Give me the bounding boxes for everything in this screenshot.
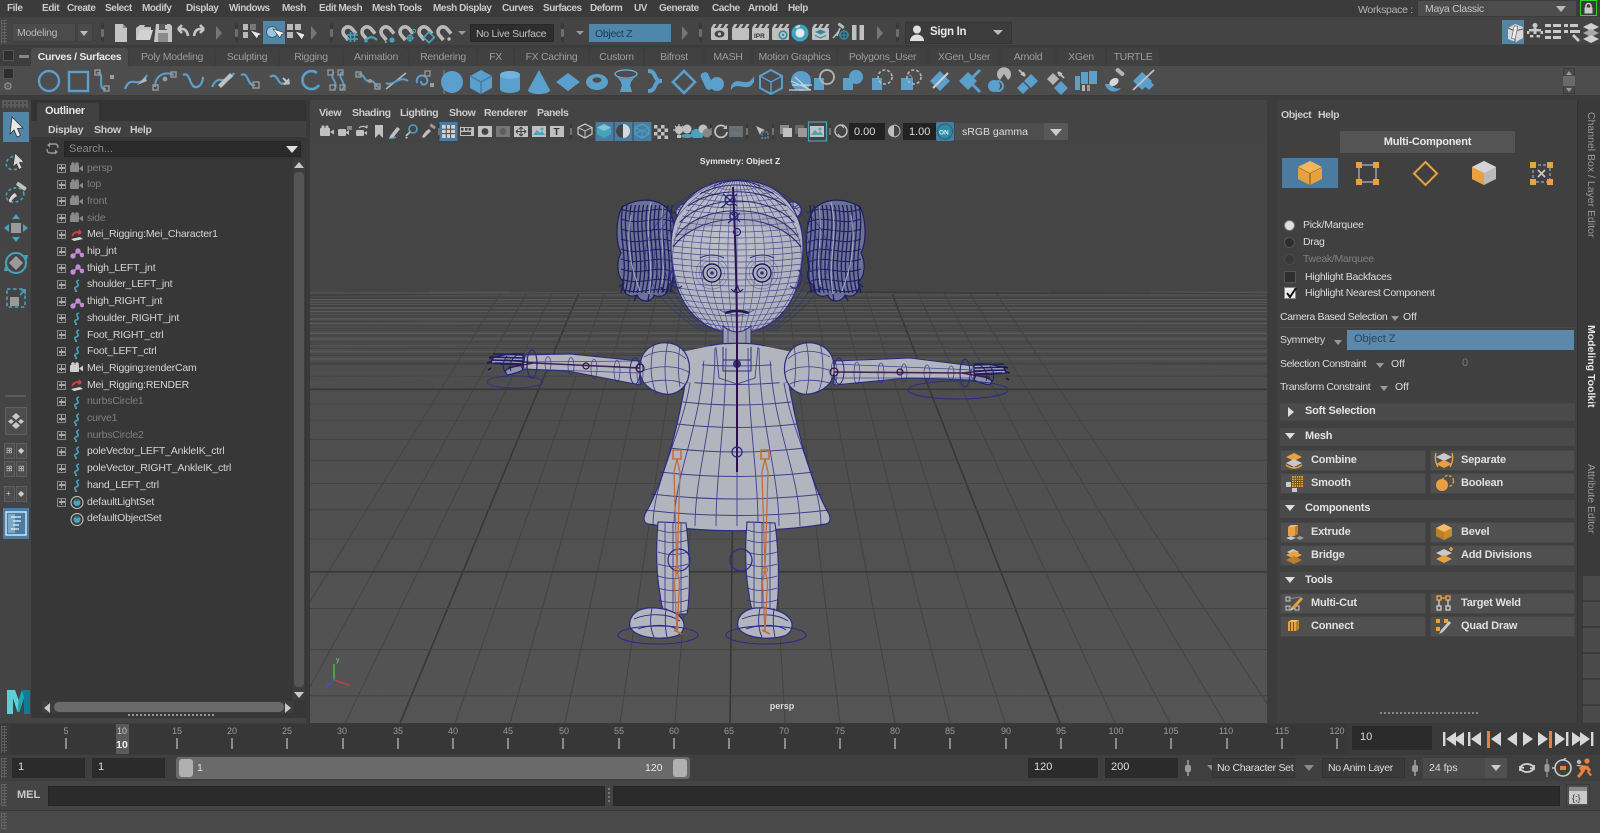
svg-text:40: 40 [448,726,458,736]
svg-text:75: 75 [835,726,845,736]
svg-text:T: T [554,127,560,138]
svg-text:85: 85 [945,726,955,736]
svg-text:IPR: IPR [754,33,765,40]
svg-text:5: 5 [63,726,68,736]
svg-text:45: 45 [503,726,513,736]
svg-text:50: 50 [559,726,569,736]
svg-text:80: 80 [890,726,900,736]
svg-text:70: 70 [779,726,789,736]
svg-text:10: 10 [117,726,127,736]
svg-text:ON: ON [939,130,949,137]
svg-text:10: 10 [116,739,128,751]
svg-text:90: 90 [1001,726,1011,736]
svg-text:1.00: 1.00 [909,126,930,138]
svg-text:60: 60 [669,726,679,736]
svg-text:115: 115 [1275,726,1289,736]
svg-text:65: 65 [724,726,734,736]
svg-text:105: 105 [1163,726,1178,736]
svg-text:35: 35 [393,726,403,736]
svg-text:100: 100 [1108,726,1123,736]
svg-text:y: y [336,657,340,664]
svg-text:110: 110 [1219,726,1233,736]
svg-text:120: 120 [1329,726,1344,736]
svg-text:15: 15 [172,726,182,736]
svg-text:{;}: {;} [1572,793,1581,803]
svg-text:55: 55 [614,726,624,736]
svg-text:30: 30 [337,726,347,736]
svg-text:20: 20 [227,726,237,736]
svg-text:Symmetry: Object Z: Symmetry: Object Z [700,156,780,166]
svg-text:sRGB gamma: sRGB gamma [962,126,1028,138]
svg-text:25: 25 [282,726,292,736]
svg-text:95: 95 [1056,726,1066,736]
svg-text:persp: persp [770,701,795,711]
svg-text:0.00: 0.00 [854,126,875,138]
